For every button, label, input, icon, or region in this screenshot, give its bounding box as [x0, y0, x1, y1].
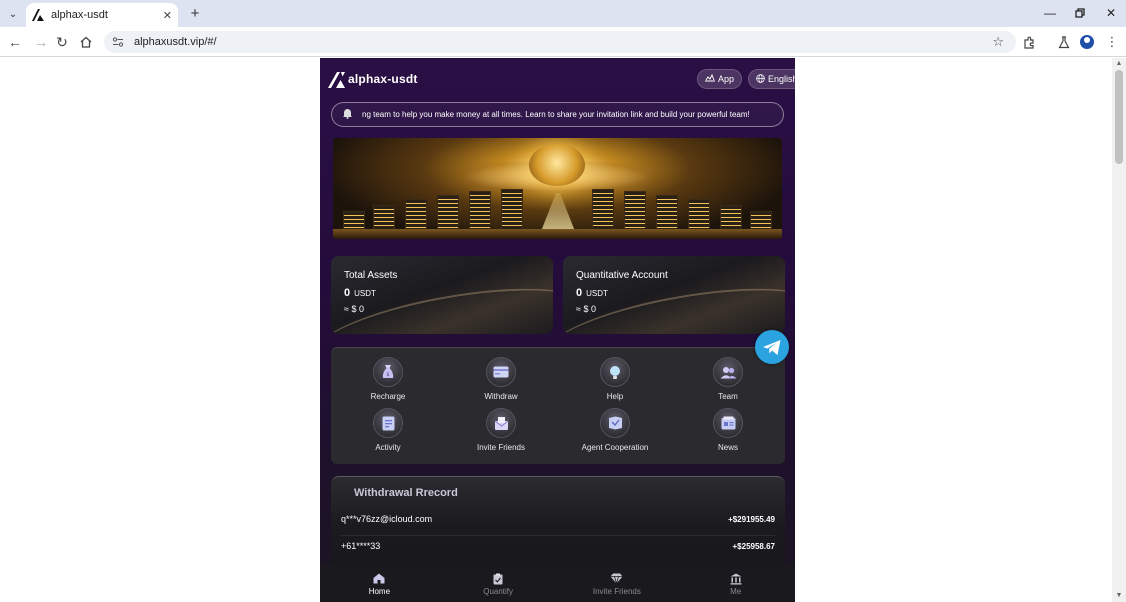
globe-icon — [756, 73, 765, 85]
bottom-nav-invite-friends[interactable]: Invite Friends — [558, 566, 677, 602]
menu-withdraw[interactable]: Withdraw — [446, 357, 556, 407]
menu-label: Team — [718, 392, 738, 401]
menu-label: Agent Cooperation — [581, 443, 649, 452]
quick-menu-grid: $ Recharge Withdraw Help Team Activity I… — [331, 347, 785, 464]
tab-close-icon[interactable]: ✕ — [163, 9, 172, 22]
address-bar[interactable]: alphaxusdt.vip/#/ ☆ — [104, 31, 1016, 53]
restore-icon[interactable] — [1070, 4, 1090, 22]
clipboard-icon — [491, 573, 505, 585]
asset-amount: 0 USDT — [576, 287, 608, 299]
activity-icon — [373, 408, 403, 438]
url-text: alphaxusdt.vip/#/ — [134, 36, 217, 48]
svg-text:$: $ — [386, 372, 389, 378]
bottom-nav-label: Invite Friends — [592, 586, 641, 596]
scrollbar-thumb[interactable] — [1115, 70, 1123, 164]
profile-avatar-icon[interactable] — [1078, 33, 1096, 51]
record-user: q***v76zz@icloud.com — [341, 514, 433, 524]
bottom-nav-home[interactable]: Home — [320, 566, 439, 602]
reload-icon[interactable]: ↻ — [53, 33, 71, 51]
site-info-icon[interactable] — [112, 36, 124, 48]
new-tab-plus-icon[interactable]: + — [186, 4, 204, 22]
browser-tab-bar: ⌄ alphax-usdt ✕ + — ✕ — [0, 0, 1126, 27]
team-icon — [713, 357, 743, 387]
record-row: q***v76zz@icloud.com +$291955.49 — [341, 511, 775, 536]
quantitative-account-card[interactable]: Quantitative Account 0 USDT ≈ $ 0 — [563, 256, 785, 334]
language-button[interactable]: English — [748, 69, 795, 89]
total-assets-card[interactable]: Total Assets 0 USDT ≈ $ 0 — [331, 256, 553, 334]
home-icon — [372, 573, 386, 585]
menu-label: News — [717, 443, 738, 452]
browser-menu-kebab-icon[interactable]: ⋮ — [1103, 33, 1121, 51]
app-download-button[interactable]: App — [697, 69, 743, 89]
bookmark-star-icon[interactable]: ☆ — [992, 34, 1004, 50]
notice-text: ng team to help you make money at all ti… — [362, 110, 750, 119]
scroll-up-arrow-icon[interactable]: ▲ — [1114, 60, 1124, 68]
asset-approx-usd: ≈ $ 0 — [344, 304, 364, 314]
bank-icon — [729, 573, 743, 585]
app-header: alphax-usdt App English — [320, 58, 795, 102]
bell-icon — [342, 107, 356, 122]
tab-list-chevron-icon[interactable]: ⌄ — [4, 5, 22, 23]
app-download-icon — [705, 73, 715, 84]
back-arrow-icon[interactable]: ← — [6, 33, 24, 51]
menu-label: Withdraw — [484, 392, 518, 401]
menu-recharge[interactable]: $ Recharge — [333, 357, 443, 407]
extensions-puzzle-icon[interactable] — [1020, 33, 1038, 51]
labs-flask-icon[interactable] — [1055, 33, 1073, 51]
close-window-icon[interactable]: ✕ — [1101, 4, 1121, 22]
browser-tab[interactable]: alphax-usdt ✕ — [26, 3, 178, 27]
alphax-favicon-icon — [32, 9, 44, 21]
minimize-icon[interactable]: — — [1040, 4, 1060, 22]
bottom-nav-me[interactable]: Me — [676, 566, 795, 602]
browser-toolbar: ← → ↻ alphaxusdt.vip/#/ ☆ ⋮ — [0, 27, 1126, 57]
menu-help[interactable]: Help — [560, 357, 670, 407]
asset-approx-usd: ≈ $ 0 — [576, 304, 596, 314]
bottom-nav: Home Quantify Invite Friends Me — [320, 566, 795, 602]
news-icon — [713, 408, 743, 438]
hero-banner-image — [333, 138, 782, 239]
home-browser-icon[interactable] — [77, 33, 95, 51]
record-amount: +$291955.49 — [728, 514, 775, 524]
record-row: +61****33 +$25958.67 — [341, 538, 775, 554]
forward-arrow-icon[interactable]: → — [32, 33, 50, 51]
withdrawal-record-title: Withdrawal Rrecord — [354, 487, 458, 499]
help-icon — [600, 357, 630, 387]
agent-cooperation-icon — [600, 408, 630, 438]
language-label: English — [768, 74, 795, 84]
app-button-label: App — [718, 74, 735, 84]
menu-news[interactable]: News — [673, 408, 783, 458]
asset-label: Total Assets — [344, 270, 398, 281]
menu-invite-friends[interactable]: Invite Friends — [446, 408, 556, 458]
bottom-nav-label: Quantify — [483, 586, 514, 596]
record-amount: +$25958.67 — [732, 541, 776, 551]
record-user: +61****33 — [341, 541, 381, 551]
recharge-icon: $ — [373, 357, 403, 387]
invite-friends-icon — [486, 408, 516, 438]
menu-team[interactable]: Team — [673, 357, 783, 407]
menu-agent-cooperation[interactable]: Agent Cooperation — [560, 408, 670, 458]
brand-name: alphax-usdt — [348, 72, 418, 86]
menu-label: Recharge — [370, 392, 406, 401]
bottom-nav-label: Me — [730, 586, 742, 596]
telegram-float-button[interactable] — [755, 330, 789, 364]
page-scrollbar[interactable]: ▲ ▼ — [1112, 58, 1126, 602]
page-viewport: alphax-usdt App English ng team to help … — [0, 58, 1126, 602]
menu-label: Activity — [375, 443, 401, 452]
asset-amount: 0 USDT — [344, 287, 376, 299]
diamond-icon — [610, 573, 624, 585]
telegram-icon — [763, 339, 781, 355]
menu-activity[interactable]: Activity — [333, 408, 443, 458]
withdraw-icon — [486, 357, 516, 387]
bottom-nav-quantify[interactable]: Quantify — [439, 566, 558, 602]
alphax-logo-icon — [328, 72, 345, 88]
menu-label: Invite Friends — [476, 443, 526, 452]
asset-label: Quantitative Account — [576, 270, 668, 281]
bottom-nav-label: Home — [368, 586, 391, 596]
menu-label: Help — [606, 392, 624, 401]
tab-title: alphax-usdt — [51, 9, 108, 21]
notice-marquee: ng team to help you make money at all ti… — [331, 102, 784, 127]
app-container: alphax-usdt App English ng team to help … — [320, 58, 795, 602]
scroll-down-arrow-icon[interactable]: ▼ — [1114, 592, 1124, 600]
